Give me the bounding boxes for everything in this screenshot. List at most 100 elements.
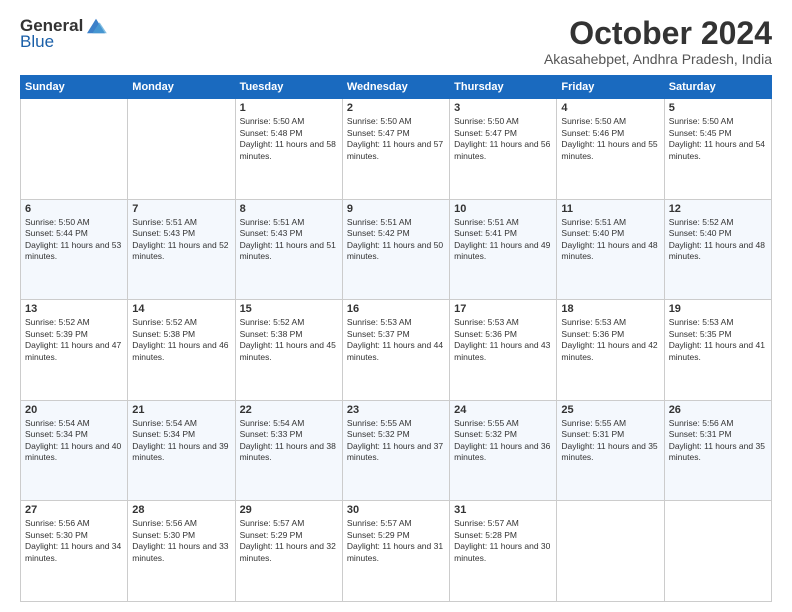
day-number: 6 [25,203,123,215]
cell-details: Sunrise: 5:54 AMSunset: 5:34 PMDaylight:… [25,418,123,464]
calendar-cell: 14 Sunrise: 5:52 AMSunset: 5:38 PMDayligh… [128,300,235,401]
cell-details: Sunrise: 5:52 AMSunset: 5:38 PMDaylight:… [240,317,338,363]
cell-details: Sunrise: 5:51 AMSunset: 5:43 PMDaylight:… [240,217,338,263]
calendar-cell: 20 Sunrise: 5:54 AMSunset: 5:34 PMDayligh… [21,400,128,501]
calendar-week-row: 27 Sunrise: 5:56 AMSunset: 5:30 PMDayligh… [21,501,772,602]
cell-details: Sunrise: 5:50 AMSunset: 5:48 PMDaylight:… [240,116,338,162]
day-number: 5 [669,102,767,114]
day-number: 25 [561,404,659,416]
day-number: 2 [347,102,445,114]
cell-details: Sunrise: 5:51 AMSunset: 5:43 PMDaylight:… [132,217,230,263]
cell-details: Sunrise: 5:52 AMSunset: 5:40 PMDaylight:… [669,217,767,263]
calendar-cell [557,501,664,602]
day-number: 8 [240,203,338,215]
cell-details: Sunrise: 5:53 AMSunset: 5:36 PMDaylight:… [561,317,659,363]
day-number: 24 [454,404,552,416]
calendar-cell: 26Sunrise: 5:56 AMSunset: 5:31 PMDayligh… [664,400,771,501]
calendar-cell: 24 Sunrise: 5:55 AMSunset: 5:32 PMDayligh… [450,400,557,501]
calendar-cell: 16 Sunrise: 5:53 AMSunset: 5:37 PMDayligh… [342,300,449,401]
day-number: 14 [132,303,230,315]
cell-details: Sunrise: 5:55 AMSunset: 5:32 PMDaylight:… [347,418,445,464]
cell-details: Sunrise: 5:50 AMSunset: 5:47 PMDaylight:… [454,116,552,162]
calendar-cell: 12 Sunrise: 5:52 AMSunset: 5:40 PMDayligh… [664,199,771,300]
day-header: Tuesday [235,76,342,99]
logo: General Blue [20,16,107,52]
calendar-body: 1 Sunrise: 5:50 AMSunset: 5:48 PMDaylight… [21,99,772,602]
calendar-cell: 22Sunrise: 5:54 AMSunset: 5:33 PMDayligh… [235,400,342,501]
day-header: Sunday [21,76,128,99]
calendar-header-row: SundayMondayTuesdayWednesdayThursdayFrid… [21,76,772,99]
cell-details: Sunrise: 5:55 AMSunset: 5:31 PMDaylight:… [561,418,659,464]
calendar-week-row: 20 Sunrise: 5:54 AMSunset: 5:34 PMDayligh… [21,400,772,501]
calendar-cell: 28Sunrise: 5:56 AMSunset: 5:30 PMDayligh… [128,501,235,602]
day-number: 27 [25,504,123,516]
calendar-cell [664,501,771,602]
day-number: 3 [454,102,552,114]
day-number: 21 [132,404,230,416]
calendar-cell: 27 Sunrise: 5:56 AMSunset: 5:30 PMDayligh… [21,501,128,602]
calendar-cell: 25 Sunrise: 5:55 AMSunset: 5:31 PMDayligh… [557,400,664,501]
calendar-week-row: 6 Sunrise: 5:50 AMSunset: 5:44 PMDaylight… [21,199,772,300]
day-header: Monday [128,76,235,99]
day-number: 13 [25,303,123,315]
calendar-cell: 15 Sunrise: 5:52 AMSunset: 5:38 PMDayligh… [235,300,342,401]
calendar-week-row: 13 Sunrise: 5:52 AMSunset: 5:39 PMDayligh… [21,300,772,401]
calendar-cell: 8 Sunrise: 5:51 AMSunset: 5:43 PMDaylight… [235,199,342,300]
day-number: 30 [347,504,445,516]
day-header: Friday [557,76,664,99]
cell-details: Sunrise: 5:57 AMSunset: 5:29 PMDaylight:… [240,518,338,564]
cell-details: Sunrise: 5:50 AMSunset: 5:47 PMDaylight:… [347,116,445,162]
cell-details: Sunrise: 5:52 AMSunset: 5:39 PMDaylight:… [25,317,123,363]
cell-details: Sunrise: 5:52 AMSunset: 5:38 PMDaylight:… [132,317,230,363]
cell-details: Sunrise: 5:50 AMSunset: 5:44 PMDaylight:… [25,217,123,263]
day-number: 19 [669,303,767,315]
day-number: 10 [454,203,552,215]
calendar-cell: 10Sunrise: 5:51 AMSunset: 5:41 PMDayligh… [450,199,557,300]
calendar-cell: 29Sunrise: 5:57 AMSunset: 5:29 PMDayligh… [235,501,342,602]
calendar-cell: 30Sunrise: 5:57 AMSunset: 5:29 PMDayligh… [342,501,449,602]
calendar-cell: 3 Sunrise: 5:50 AMSunset: 5:47 PMDaylight… [450,99,557,200]
calendar-cell: 18 Sunrise: 5:53 AMSunset: 5:36 PMDayligh… [557,300,664,401]
day-number: 18 [561,303,659,315]
calendar-cell [128,99,235,200]
page: General Blue October 2024 Akasahebpet, A… [0,0,792,612]
day-number: 4 [561,102,659,114]
day-header: Saturday [664,76,771,99]
calendar-cell: 11Sunrise: 5:51 AMSunset: 5:40 PMDayligh… [557,199,664,300]
cell-details: Sunrise: 5:51 AMSunset: 5:42 PMDaylight:… [347,217,445,263]
day-number: 20 [25,404,123,416]
day-number: 1 [240,102,338,114]
cell-details: Sunrise: 5:50 AMSunset: 5:45 PMDaylight:… [669,116,767,162]
cell-details: Sunrise: 5:53 AMSunset: 5:35 PMDaylight:… [669,317,767,363]
day-number: 12 [669,203,767,215]
calendar-cell: 17Sunrise: 5:53 AMSunset: 5:36 PMDayligh… [450,300,557,401]
day-number: 31 [454,504,552,516]
day-number: 28 [132,504,230,516]
calendar-cell: 4Sunrise: 5:50 AMSunset: 5:46 PMDaylight… [557,99,664,200]
day-number: 7 [132,203,230,215]
calendar-cell: 7 Sunrise: 5:51 AMSunset: 5:43 PMDaylight… [128,199,235,300]
calendar-cell: 9Sunrise: 5:51 AMSunset: 5:42 PMDaylight… [342,199,449,300]
cell-details: Sunrise: 5:53 AMSunset: 5:36 PMDaylight:… [454,317,552,363]
calendar-cell: 5 Sunrise: 5:50 AMSunset: 5:45 PMDaylight… [664,99,771,200]
calendar-cell [21,99,128,200]
day-number: 26 [669,404,767,416]
day-number: 16 [347,303,445,315]
calendar-cell: 31 Sunrise: 5:57 AMSunset: 5:28 PMDayligh… [450,501,557,602]
day-number: 11 [561,203,659,215]
day-number: 23 [347,404,445,416]
day-header: Thursday [450,76,557,99]
day-header: Wednesday [342,76,449,99]
cell-details: Sunrise: 5:53 AMSunset: 5:37 PMDaylight:… [347,317,445,363]
calendar-cell: 23 Sunrise: 5:55 AMSunset: 5:32 PMDayligh… [342,400,449,501]
logo-blue: Blue [20,32,54,52]
cell-details: Sunrise: 5:56 AMSunset: 5:30 PMDaylight:… [25,518,123,564]
title-section: October 2024 Akasahebpet, Andhra Pradesh… [544,16,772,67]
cell-details: Sunrise: 5:54 AMSunset: 5:34 PMDaylight:… [132,418,230,464]
cell-details: Sunrise: 5:57 AMSunset: 5:28 PMDaylight:… [454,518,552,564]
cell-details: Sunrise: 5:55 AMSunset: 5:32 PMDaylight:… [454,418,552,464]
calendar-cell: 2 Sunrise: 5:50 AMSunset: 5:47 PMDaylight… [342,99,449,200]
day-number: 15 [240,303,338,315]
calendar-cell: 6 Sunrise: 5:50 AMSunset: 5:44 PMDaylight… [21,199,128,300]
calendar-table: SundayMondayTuesdayWednesdayThursdayFrid… [20,75,772,602]
